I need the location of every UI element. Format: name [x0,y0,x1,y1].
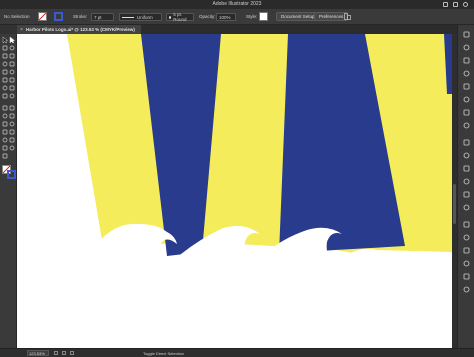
symbols-icon[interactable] [463,109,470,116]
direct-selection-tool-icon[interactable] [9,37,15,43]
zoom-level-field[interactable]: 123.53% [27,350,49,356]
libraries-icon[interactable] [463,57,470,64]
paintbrush-icon[interactable] [9,69,15,75]
pencil-icon[interactable] [9,77,15,83]
stroke-color-box[interactable] [7,170,16,179]
shaper-icon[interactable] [2,77,8,83]
links-icon[interactable] [463,260,470,267]
fill-swatch[interactable] [38,12,47,21]
current-tool-hint: Toggle Direct Selection [143,351,184,356]
control-bar: No Selection Stroke: 7 pt Uniform 5 pt. … [0,9,474,25]
artwork [17,34,452,348]
perspective-grid-icon[interactable] [2,113,8,119]
stroke-weight-value: 7 pt [94,14,102,20]
style-label: Style: [246,14,258,19]
graphic-style-swatch[interactable] [259,12,268,21]
lasso-icon[interactable] [9,45,15,51]
artboard-icon[interactable] [9,137,15,143]
panel-dock [457,25,474,348]
arrange-documents-icon[interactable] [443,2,448,7]
scale-icon[interactable] [2,93,8,99]
profile-value: Uniform [137,14,153,20]
curvature-icon[interactable] [9,53,15,59]
layers-icon[interactable] [463,44,470,51]
graph-icon[interactable] [2,137,8,143]
preferences-label: Preferences [319,14,344,19]
selection-tool-icon[interactable] [2,37,8,43]
opacity-label: Opacity: [199,14,216,19]
pathfinder-icon[interactable] [463,204,470,211]
character-icon[interactable] [463,234,470,241]
stroke-icon[interactable] [463,122,470,129]
selection-status: No Selection [4,14,30,19]
free-transform-icon[interactable] [2,105,8,111]
eraser-icon[interactable] [2,85,8,91]
transparency-icon[interactable] [463,152,470,159]
window-controls [443,2,468,7]
opacity-value: 100% [219,14,231,20]
title-bar: Adobe Illustrator 2023 [0,0,474,9]
brushes-icon[interactable] [463,96,470,103]
transform-icon[interactable] [463,221,470,228]
artboard-canvas[interactable] [17,34,452,348]
workspace-switcher-icon[interactable] [453,2,458,7]
brush-value: 5 pt. Round [173,12,187,22]
hand-icon[interactable] [9,145,15,151]
stroke-weight-field[interactable]: 7 pt [91,13,114,21]
graphic-styles-icon[interactable] [463,178,470,185]
rectangle-tool-icon[interactable] [2,69,8,75]
document-setup-label: Document Setup [281,14,315,19]
magic-wand-icon[interactable] [2,45,8,51]
brush-dot-icon [169,15,172,19]
line-tool-icon[interactable] [9,61,15,67]
align-icon[interactable] [463,191,470,198]
pen-tool-icon[interactable] [2,53,8,59]
paragraph-icon[interactable] [463,247,470,254]
artboard-navigation [54,351,74,355]
swatches-icon[interactable] [463,83,470,90]
document-tab-label: Harbor Pilots Logo.ai* @ 123.53 % (CMYK/… [25,27,135,32]
document-setup-button[interactable]: Document Setup [276,12,320,21]
zoom-value: 123.53% [29,351,45,356]
previous-artboard-icon[interactable] [62,351,66,355]
properties-icon[interactable] [463,31,470,38]
brush-definition-dropdown[interactable]: 5 pt. Round [166,12,194,22]
document-tab-bar: × Harbor Pilots Logo.ai* @ 123.53 % (CMY… [17,25,457,34]
first-artboard-icon[interactable] [54,351,58,355]
zoom-icon[interactable] [2,153,8,159]
symbol-sprayer-icon[interactable] [9,129,15,135]
window-title: Adobe Illustrator 2023 [212,1,262,7]
opacity-field[interactable]: 100% [216,13,236,21]
gradient-panel-icon[interactable] [463,139,470,146]
fill-stroke-widget[interactable] [2,165,16,179]
status-bar: 123.53% Toggle Direct Selection [0,348,474,357]
eyedropper-icon[interactable] [9,121,15,127]
close-tab-icon[interactable]: × [20,27,23,33]
rotate-icon[interactable] [9,85,15,91]
stroke-swatch[interactable] [54,12,63,21]
width-tool-icon[interactable] [9,93,15,99]
artboards-icon[interactable] [463,273,470,280]
shape-builder-icon[interactable] [9,105,15,111]
arrange-icon[interactable] [344,13,351,20]
next-artboard-icon[interactable] [70,351,74,355]
slice-icon[interactable] [2,145,8,151]
scrollbar-thumb[interactable] [453,184,456,224]
document-tab[interactable]: × Harbor Pilots Logo.ai* @ 123.53 % (CMY… [17,25,141,34]
type-tool-icon[interactable] [2,61,8,67]
blend-icon[interactable] [2,129,8,135]
search-icon[interactable] [463,2,468,7]
asset-export-icon[interactable] [463,286,470,293]
profile-line-icon [122,16,134,18]
tools-panel [0,34,17,348]
appearance-icon[interactable] [463,165,470,172]
gradient-icon[interactable] [2,121,8,127]
mesh-icon[interactable] [9,113,15,119]
color-icon[interactable] [463,70,470,77]
stroke-label: Stroke: [73,14,88,19]
variable-width-profile-dropdown[interactable]: Uniform [119,13,162,21]
